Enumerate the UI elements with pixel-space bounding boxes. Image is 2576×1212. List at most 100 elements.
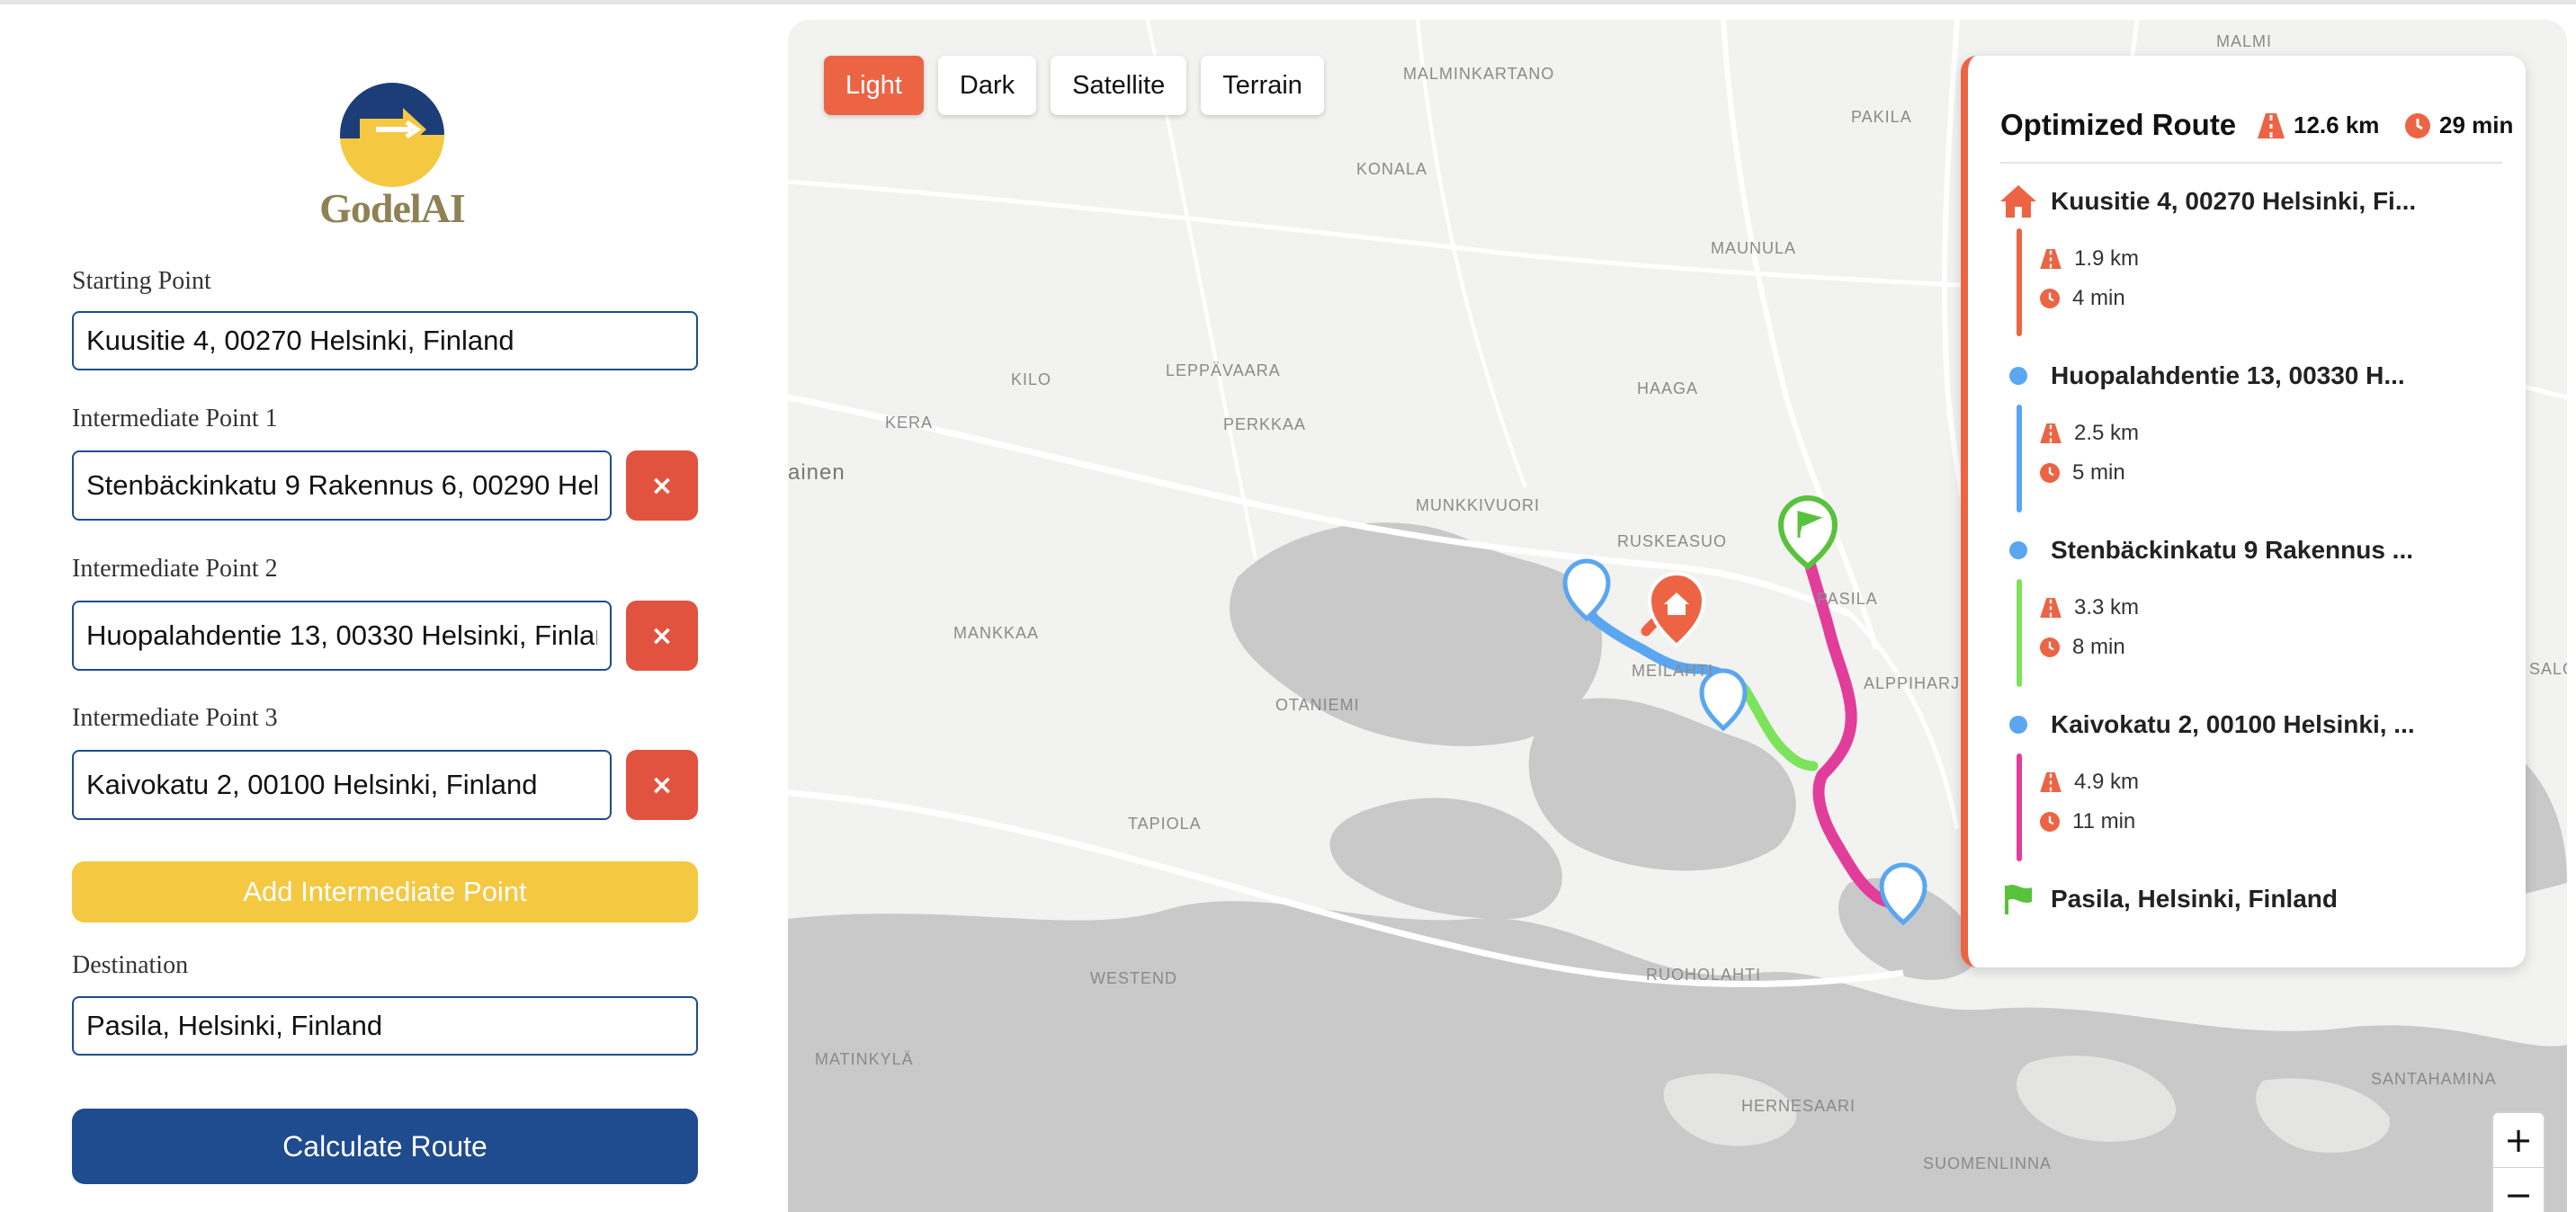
map-style-light-button[interactable]: Light bbox=[824, 56, 924, 115]
place-label: KONALA bbox=[1356, 160, 1428, 178]
place-label: TAPIOLA bbox=[1128, 815, 1202, 833]
place-label: MALMI bbox=[2216, 32, 2273, 50]
place-label: ainen bbox=[788, 460, 845, 485]
leg-4-time: 11 min bbox=[2040, 809, 2135, 834]
leg-1-distance: 1.9 km bbox=[2040, 246, 2139, 272]
leg-time: 8 min bbox=[2072, 635, 2125, 659]
leg-4-distance: 4.9 km bbox=[2040, 770, 2139, 795]
place-label: RUSKEASUO bbox=[1617, 532, 1728, 550]
place-label: PASILA bbox=[1817, 590, 1878, 608]
starting-point-input[interactable] bbox=[72, 311, 698, 370]
clock-icon bbox=[2040, 637, 2060, 657]
map-view[interactable]: MALMI MALMINKARTANO KONALA PAKILA MAUNUL… bbox=[788, 20, 2567, 1212]
flag-icon bbox=[2000, 881, 2036, 917]
stop-name: Kuusitie 4, 00270 Helsinki, Fi... bbox=[2051, 187, 2417, 215]
zoom-out-button[interactable]: − bbox=[2493, 1168, 2544, 1212]
waypoint-dot-icon bbox=[2000, 358, 2036, 394]
road-icon bbox=[2258, 112, 2285, 138]
leg-1-time: 4 min bbox=[2040, 286, 2125, 311]
optimized-route-panel: Optimized Route 12.6 km 29 min Kuusitie … bbox=[1961, 56, 2526, 967]
leg-3-time: 8 min bbox=[2040, 635, 2125, 660]
intermediate-point-3-label: Intermediate Point 3 bbox=[72, 704, 278, 732]
total-time: 29 min bbox=[2405, 111, 2513, 139]
leg-time: 4 min bbox=[2072, 286, 2125, 310]
intermediate-point-1-input[interactable] bbox=[72, 450, 612, 521]
leg-2-time: 5 min bbox=[2040, 460, 2125, 486]
destination-input[interactable] bbox=[72, 996, 698, 1056]
leg-2-distance: 2.5 km bbox=[2040, 421, 2139, 446]
place-label: MALMINKARTANO bbox=[1403, 65, 1555, 83]
logo-icon bbox=[340, 83, 444, 187]
place-label: ALPPIHARJU bbox=[1864, 674, 1973, 692]
place-label: KILO bbox=[1011, 370, 1052, 388]
total-time-value: 29 min bbox=[2439, 111, 2514, 138]
zoom-in-button[interactable]: + bbox=[2493, 1113, 2544, 1167]
add-intermediate-point-button[interactable]: Add Intermediate Point bbox=[72, 861, 698, 922]
route-stop-start: Kuusitie 4, 00270 Helsinki, Fi... bbox=[2000, 183, 2416, 219]
leg-time: 5 min bbox=[2072, 460, 2125, 485]
route-stop-4: Kaivokatu 2, 00100 Helsinki, ... bbox=[2000, 707, 2415, 743]
route-stop-3: Stenbäckinkatu 9 Rakennus ... bbox=[2000, 532, 2413, 568]
place-label: SUOMENLINNA bbox=[1923, 1154, 2053, 1172]
map-style-satellite-button[interactable]: Satellite bbox=[1051, 56, 1187, 115]
leg-distance: 2.5 km bbox=[2074, 421, 2140, 445]
destination-label: Destination bbox=[72, 951, 189, 979]
map-style-switcher: Light Dark Satellite Terrain bbox=[824, 56, 1324, 115]
route-stop-2: Huopalahdentie 13, 00330 H... bbox=[2000, 358, 2405, 394]
place-label: PERKKAA bbox=[1223, 415, 1307, 433]
stop-name: Kaivokatu 2, 00100 Helsinki, ... bbox=[2051, 710, 2415, 738]
clock-icon bbox=[2040, 463, 2060, 483]
waypoint-dot-icon bbox=[2000, 707, 2036, 743]
leg-line-4 bbox=[2017, 753, 2022, 861]
place-label: WESTEND bbox=[1090, 969, 1177, 987]
place-label: LEPPÄVAARA bbox=[1166, 361, 1281, 379]
clock-icon bbox=[2040, 812, 2060, 832]
leg-line-1 bbox=[2017, 228, 2022, 336]
place-label: OTANIEMI bbox=[1275, 696, 1360, 714]
zoom-controls: + − bbox=[2491, 1111, 2545, 1212]
route-stop-destination: Pasila, Helsinki, Finland bbox=[2000, 881, 2338, 917]
road-icon bbox=[2040, 772, 2062, 792]
intermediate-point-3-input[interactable] bbox=[72, 750, 612, 820]
destination-marker[interactable] bbox=[1777, 495, 1838, 570]
place-label: RUOHOLAHTI bbox=[1646, 966, 1762, 984]
leg-line-2 bbox=[2017, 405, 2022, 512]
home-icon bbox=[2000, 183, 2036, 219]
road-icon bbox=[2040, 598, 2062, 618]
clock-icon bbox=[2405, 112, 2430, 138]
leg-distance: 4.9 km bbox=[2074, 770, 2140, 794]
map-style-terrain-button[interactable]: Terrain bbox=[1201, 56, 1324, 115]
place-label: MEILAHTI bbox=[1632, 662, 1714, 680]
total-distance-value: 12.6 km bbox=[2294, 111, 2380, 138]
place-label: SALO bbox=[2529, 660, 2567, 678]
leg-distance: 1.9 km bbox=[2074, 246, 2140, 271]
map-style-dark-button[interactable]: Dark bbox=[937, 56, 1037, 115]
stop-name: Stenbäckinkatu 9 Rakennus ... bbox=[2051, 536, 2414, 564]
remove-intermediate-1-button[interactable]: × bbox=[626, 450, 698, 521]
place-label: MATINKYLÄ bbox=[815, 1050, 914, 1068]
route-form-sidebar: GodelAI Starting Point Intermediate Poin… bbox=[0, 4, 772, 1212]
place-label: MAUNULA bbox=[1711, 239, 1797, 257]
intermediate-point-2-label: Intermediate Point 2 bbox=[72, 555, 278, 583]
intermediate-point-2-input[interactable] bbox=[72, 601, 612, 671]
start-marker[interactable] bbox=[1647, 572, 1706, 648]
road-icon bbox=[2040, 249, 2062, 269]
clock-icon bbox=[2040, 289, 2060, 308]
intermediate-point-1-label: Intermediate Point 1 bbox=[72, 405, 278, 432]
remove-intermediate-3-button[interactable]: × bbox=[626, 750, 698, 820]
place-label: SANTAHAMINA bbox=[2371, 1070, 2497, 1088]
stop-name: Pasila, Helsinki, Finland bbox=[2051, 885, 2338, 913]
route-panel-title: Optimized Route bbox=[2000, 108, 2237, 141]
place-label: HERNESAARI bbox=[1741, 1097, 1856, 1115]
calculate-route-button[interactable]: Calculate Route bbox=[72, 1109, 698, 1184]
brand-name: GodelAI bbox=[319, 185, 466, 231]
road-icon bbox=[2040, 423, 2062, 443]
total-distance: 12.6 km bbox=[2258, 111, 2379, 139]
brand-logo: GodelAI bbox=[313, 78, 471, 240]
place-label: PAKILA bbox=[1851, 108, 1912, 126]
remove-intermediate-2-button[interactable]: × bbox=[626, 601, 698, 671]
panel-divider bbox=[2000, 162, 2502, 164]
starting-point-label: Starting Point bbox=[72, 267, 211, 295]
leg-time: 11 min bbox=[2072, 809, 2136, 833]
place-label: KERA bbox=[885, 414, 934, 432]
